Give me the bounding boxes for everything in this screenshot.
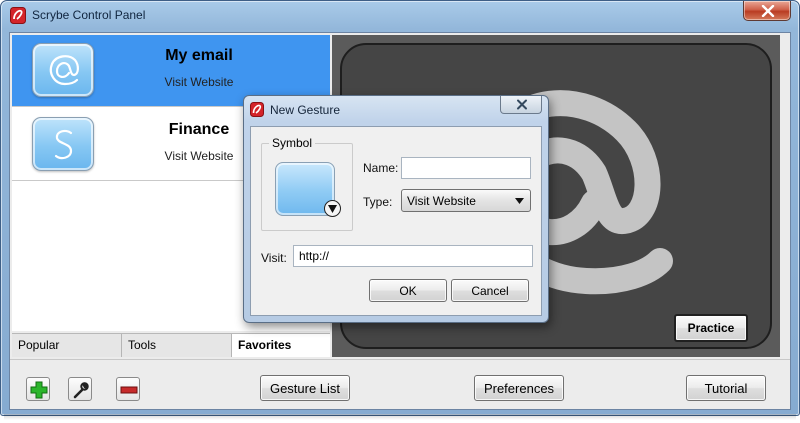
gesture-list-button[interactable]: Gesture List [260,375,350,401]
category-tabs: Popular Tools Favorites [12,333,330,357]
type-select-value: Visit Website [407,194,476,208]
close-icon [761,5,775,17]
new-gesture-dialog: New Gesture Symbol Name: Type: Visit Web… [243,95,549,323]
symbol-label: Symbol [269,136,316,150]
remove-gesture-button[interactable] [116,377,140,401]
symbol-dropdown-button[interactable] [324,200,341,217]
chevron-down-icon [515,198,524,204]
s-letter-icon [54,129,73,160]
tab-favorites[interactable]: Favorites [232,334,330,357]
dialog-body: Symbol Name: Type: Visit Website Visit: … [250,126,542,316]
close-icon [517,99,527,110]
ok-button[interactable]: OK [369,279,447,302]
cancel-button[interactable]: Cancel [451,279,529,302]
gesture-thumbnail [32,43,94,97]
edit-gesture-button[interactable] [68,377,92,401]
scrybe-logo-icon [250,102,264,117]
scrybe-logo-icon [10,7,26,24]
title-bar[interactable]: Scrybe Control Panel [1,1,799,31]
preferences-button[interactable]: Preferences [474,375,564,401]
minus-icon [120,386,138,394]
plus-icon [30,381,48,399]
visit-label: Visit: [261,251,287,265]
window-shadow [4,414,796,420]
tab-popular[interactable]: Popular [12,334,122,357]
practice-button[interactable]: Practice [674,314,748,342]
tab-tools[interactable]: Tools [122,334,232,357]
gesture-action: Visit Website [164,75,234,89]
tutorial-button[interactable]: Tutorial [686,375,766,401]
gesture-title: My email [165,47,233,64]
window-close-button[interactable] [743,1,791,21]
type-label: Type: [363,195,393,209]
dialog-close-button[interactable] [500,96,542,114]
dialog-title: New Gesture [270,103,341,117]
name-label: Name: [363,161,399,175]
gesture-thumbnail [32,117,94,171]
name-field[interactable] [401,157,531,179]
symbol-group: Symbol [261,136,353,231]
visit-url-field[interactable] [293,245,533,267]
type-select[interactable]: Visit Website [401,189,531,212]
add-gesture-button[interactable] [26,377,50,401]
wrench-icon [73,382,89,399]
at-sign-icon [49,55,79,86]
window-title: Scrybe Control Panel [32,8,146,22]
triangle-down-icon [328,205,337,213]
toolbar-divider [10,359,790,360]
